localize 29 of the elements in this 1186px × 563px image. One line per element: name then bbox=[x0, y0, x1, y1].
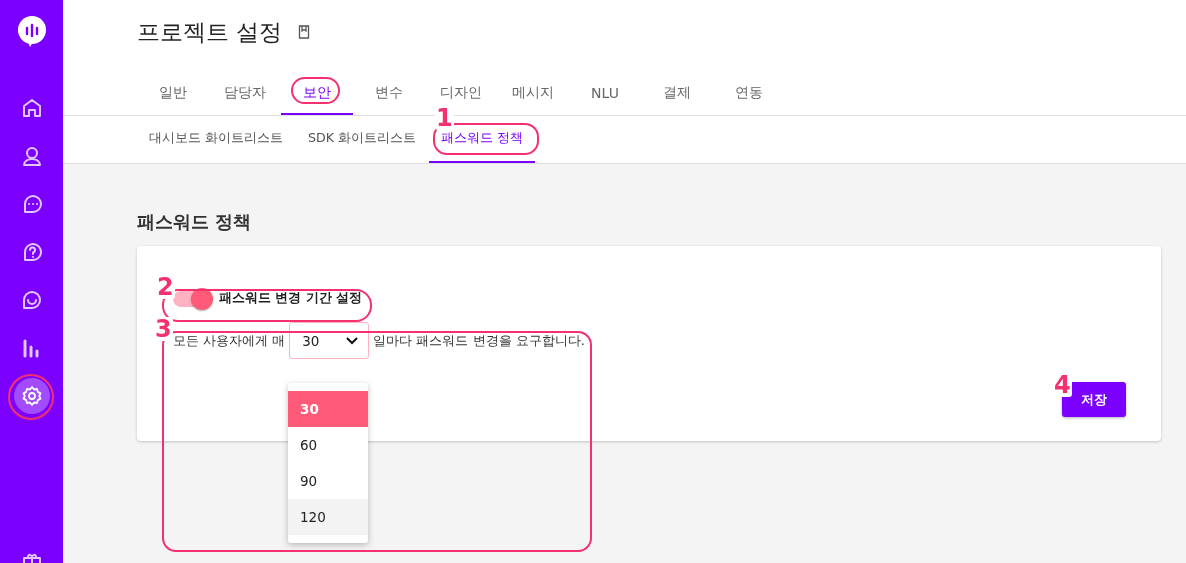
toggle-switch[interactable] bbox=[173, 290, 211, 307]
toggle-label: 패스워드 변경 기간 설정 bbox=[219, 290, 363, 307]
tab[interactable]: 담당자 bbox=[209, 73, 281, 115]
logo-icon[interactable] bbox=[15, 14, 48, 48]
day-select[interactable]: 30 bbox=[289, 322, 370, 359]
section-title: 패스워드 정책 bbox=[137, 210, 253, 234]
annotation-ring bbox=[8, 374, 54, 420]
dropdown-option[interactable]: 90 bbox=[288, 463, 368, 499]
sentence-text: 일마다 패스워드 변경을 요구합니다. bbox=[373, 331, 585, 350]
annotation-number: 2 bbox=[156, 275, 175, 299]
dropdown-option[interactable]: 60 bbox=[288, 427, 368, 463]
dropdown-option[interactable]: 120 bbox=[288, 499, 368, 535]
chevron-down-icon bbox=[346, 336, 359, 345]
tab[interactable]: 일반 bbox=[137, 73, 209, 115]
tab[interactable]: 결제 bbox=[641, 73, 713, 115]
page-title: 프로젝트 설정 bbox=[137, 17, 283, 47]
tab[interactable]: 변수 bbox=[353, 73, 425, 115]
sub-tab[interactable]: SDK 화이트리스트 bbox=[296, 116, 429, 163]
sub-tab[interactable]: 대시보드 화이트리스트 bbox=[137, 116, 296, 163]
bookmark-icon[interactable] bbox=[298, 25, 311, 39]
tab[interactable]: 메시지 bbox=[497, 73, 569, 115]
settings-icon[interactable] bbox=[13, 378, 50, 414]
annotation-number: 3 bbox=[154, 317, 173, 341]
tab[interactable]: NLU bbox=[569, 73, 641, 115]
sentence-text: 모든 사용자에게 매 bbox=[173, 331, 286, 350]
annotation-number: 4 bbox=[1053, 373, 1072, 397]
annotation-ring bbox=[291, 77, 340, 104]
tab[interactable]: 연동 bbox=[713, 73, 785, 115]
annotation-number: 1 bbox=[435, 106, 454, 130]
